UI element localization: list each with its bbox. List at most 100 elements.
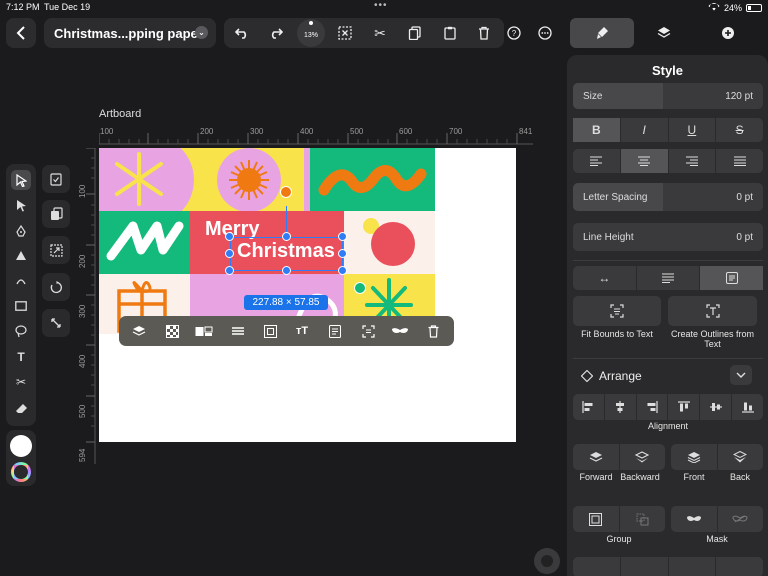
size-field[interactable]: Size 120 pt bbox=[573, 83, 763, 109]
cut-icon[interactable]: ✂ bbox=[370, 23, 390, 43]
back-button[interactable] bbox=[718, 444, 764, 470]
resize-handle-b[interactable] bbox=[282, 266, 291, 275]
ruler-h-tick: 500 bbox=[350, 127, 364, 136]
align-left-edges-button[interactable] bbox=[573, 394, 605, 420]
home-button[interactable] bbox=[534, 548, 560, 574]
anchor-handle[interactable] bbox=[354, 282, 366, 294]
size-label: Size bbox=[583, 91, 603, 102]
backward-button[interactable] bbox=[620, 444, 666, 470]
delete-icon[interactable] bbox=[424, 322, 442, 340]
line-height-value[interactable]: 0 pt bbox=[736, 232, 753, 243]
vertical-ruler[interactable]: 100 200 300 400 500 594 bbox=[76, 148, 96, 464]
create-outlines-button[interactable] bbox=[668, 296, 757, 326]
outline-text-icon[interactable] bbox=[359, 322, 377, 340]
line-height-field[interactable]: Line Height 0 pt bbox=[573, 223, 763, 251]
bold-button[interactable]: B bbox=[573, 118, 621, 142]
eraser-tool-icon[interactable] bbox=[11, 398, 31, 418]
justify-button[interactable] bbox=[716, 149, 763, 173]
auto-width-button[interactable]: ↔ bbox=[573, 266, 637, 290]
clipboard-tool-icon[interactable] bbox=[42, 165, 70, 193]
resize-handle-t[interactable] bbox=[282, 232, 291, 241]
pen-tool-icon[interactable] bbox=[11, 221, 31, 241]
ruler-h-tick: 400 bbox=[300, 127, 314, 136]
rotation-handle[interactable] bbox=[280, 186, 292, 198]
letter-spacing-value[interactable]: 0 pt bbox=[736, 192, 753, 203]
select-tool-icon[interactable] bbox=[11, 170, 31, 190]
group-button[interactable] bbox=[573, 506, 620, 532]
align-right-edges-button[interactable] bbox=[637, 394, 669, 420]
tab-add[interactable] bbox=[696, 18, 760, 48]
document-title-button[interactable]: Christmas...pping paper ⌄ bbox=[44, 18, 216, 48]
arrange-extra-2[interactable] bbox=[621, 557, 669, 576]
align-top-edges-button[interactable] bbox=[668, 394, 701, 420]
size-value[interactable]: 120 pt bbox=[725, 91, 753, 102]
underline-button[interactable]: U bbox=[669, 118, 717, 142]
duplicate-tool-icon[interactable] bbox=[42, 200, 70, 228]
horizontal-ruler[interactable]: 100 200 300 400 500 600 700 841 bbox=[99, 125, 533, 145]
strikethrough-button[interactable]: S bbox=[716, 118, 763, 142]
italic-label: I bbox=[642, 123, 646, 137]
align-right-button[interactable] bbox=[669, 149, 717, 173]
align-left-button[interactable] bbox=[573, 149, 621, 173]
zoom-indicator[interactable]: 13% bbox=[297, 19, 325, 47]
auto-height-button[interactable] bbox=[637, 266, 701, 290]
layers-icon[interactable] bbox=[130, 322, 148, 340]
mask-button[interactable] bbox=[671, 506, 718, 532]
stroke-color-swatch[interactable] bbox=[11, 462, 31, 482]
deselect-icon[interactable] bbox=[335, 23, 355, 43]
type-tool-icon[interactable]: T bbox=[11, 347, 31, 367]
resize-handle-l[interactable] bbox=[225, 249, 234, 258]
align-bottom-edges-button[interactable] bbox=[732, 394, 763, 420]
fit-bounds-icon[interactable] bbox=[261, 322, 279, 340]
distribute-icon[interactable] bbox=[229, 322, 247, 340]
fill-color-swatch[interactable] bbox=[10, 435, 32, 457]
pencil-tool-icon[interactable] bbox=[11, 246, 31, 266]
resize-handle-tr[interactable] bbox=[338, 232, 347, 241]
redo-icon[interactable] bbox=[266, 23, 286, 43]
align-horizontal-centers-button[interactable] bbox=[605, 394, 637, 420]
letter-spacing-field[interactable]: Letter Spacing 0 pt bbox=[573, 183, 763, 211]
line-height-label: Line Height bbox=[583, 232, 634, 243]
copy-icon[interactable] bbox=[405, 23, 425, 43]
arrange-header[interactable]: Arrange bbox=[581, 369, 642, 383]
align-center-button[interactable] bbox=[620, 149, 669, 173]
front-button[interactable] bbox=[671, 444, 718, 470]
help-icon[interactable]: ? bbox=[504, 23, 524, 43]
back-button[interactable] bbox=[6, 18, 36, 48]
resize-handle-bl[interactable] bbox=[225, 266, 234, 275]
fixed-size-button[interactable] bbox=[700, 266, 764, 290]
paste-icon[interactable] bbox=[440, 23, 460, 43]
undo-icon[interactable] bbox=[232, 23, 252, 43]
arrange-extra-1[interactable] bbox=[573, 557, 621, 576]
resize-handle-tl[interactable] bbox=[225, 232, 234, 241]
trash-icon[interactable] bbox=[474, 23, 494, 43]
scissors-tool-icon[interactable]: ✂ bbox=[11, 372, 31, 392]
arrange-extra-4[interactable] bbox=[716, 557, 763, 576]
rotate-tool-icon[interactable] bbox=[42, 273, 70, 301]
resize-handle-r[interactable] bbox=[338, 249, 347, 258]
align-vertical-centers-button[interactable] bbox=[700, 394, 733, 420]
resize-handle-br[interactable] bbox=[338, 266, 347, 275]
tab-style[interactable] bbox=[570, 18, 634, 48]
italic-button[interactable]: I bbox=[621, 118, 669, 142]
multitask-dots-icon[interactable]: ••• bbox=[374, 0, 388, 11]
opacity-icon[interactable] bbox=[163, 322, 181, 340]
repeat-icon[interactable] bbox=[195, 322, 213, 340]
mask-icon[interactable] bbox=[391, 322, 409, 340]
text-tool-icon[interactable] bbox=[11, 270, 31, 290]
rectangle-tool-icon[interactable] bbox=[11, 296, 31, 316]
scale-tool-icon[interactable] bbox=[42, 309, 70, 337]
arrange-extra-3[interactable] bbox=[669, 557, 717, 576]
fit-bounds-button[interactable] bbox=[573, 296, 661, 326]
forward-button[interactable] bbox=[573, 444, 620, 470]
tab-layers[interactable] bbox=[632, 18, 696, 48]
direct-select-tool-icon[interactable] bbox=[11, 195, 31, 215]
outline-text-icon bbox=[705, 304, 720, 318]
text-style-icon[interactable]: тT bbox=[293, 322, 311, 340]
text-box-icon[interactable] bbox=[326, 322, 344, 340]
divider bbox=[573, 358, 763, 359]
arrange-collapse-button[interactable] bbox=[730, 365, 752, 385]
more-icon[interactable] bbox=[535, 23, 555, 43]
lasso-tool-icon[interactable] bbox=[11, 321, 31, 341]
transform-tool-icon[interactable] bbox=[42, 236, 70, 264]
